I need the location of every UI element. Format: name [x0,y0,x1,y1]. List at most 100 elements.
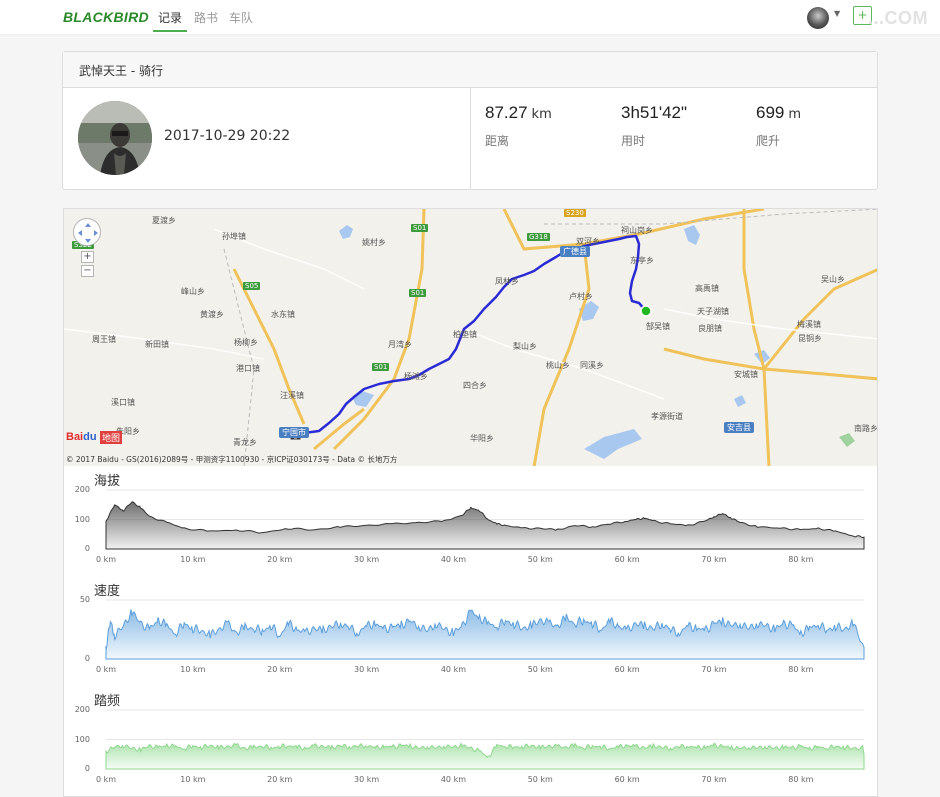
x-tick-label: 30 km [353,555,380,564]
map-place-label: 杨柳乡 [234,338,258,347]
nav-tab-teams[interactable]: 车队 [229,9,253,26]
map-road-shield: S01 [411,224,429,232]
map-place-label: 孝源街道 [651,412,683,421]
map-place-label: 吴山乡 [821,275,845,284]
route-start-marker[interactable] [640,305,652,317]
activity-date: 2017-10-29 20:22 [164,128,291,144]
charts-panel: 海拔 速度 踏频 200 100 0 0 km 10 km 20 km 30 km 40 km… [63,466,878,797]
map-pan-control[interactable] [73,218,101,246]
divider [470,88,471,190]
map-place-label: 天子湖镇 [697,307,729,316]
map-place-label: 卢村乡 [569,292,593,301]
x-tick-label: 70 km [701,665,727,674]
map-place-label: 同溪乡 [580,361,604,370]
activity-summary-panel: 武悼天王 - 骑行 2017-10-29 20:22 87.27 km 距离 3h… [62,51,878,190]
map-copyright: © 2017 Baidu - GS(2016)2089号 - 甲测资字11009… [66,455,398,464]
map-place-label: 周王镇 [92,335,116,344]
speed-area-series[interactable] [105,609,865,660]
x-tick-label: 20 km [267,775,293,784]
y-tick-label: 50 [79,595,90,604]
avatar-photo [78,101,152,175]
map-water [339,225,855,459]
stat-distance-value: 87.27 [485,103,528,122]
map-place-label: 四合乡 [463,381,487,390]
map-place-label: 祠山岗乡 [621,226,653,235]
zoom-out-button[interactable]: − [81,265,94,277]
map-highways [232,209,877,466]
map-place-label: 华阳乡 [470,434,494,443]
stat-duration-label: 用时 [621,134,646,148]
stat-duration-value: 3h51'42" [621,103,688,122]
x-tick-label: 50 km [527,665,553,674]
x-tick-label: 60 km [614,555,640,564]
nav-tab-routes[interactable]: 路书 [194,9,218,26]
map-city-label: 宁国市 [279,427,309,438]
map-place-label: 溪口镇 [111,398,135,407]
x-tick-label: 70 km [701,775,727,784]
y-tick-label: 0 [84,544,90,553]
x-tick-label: 20 km [267,665,293,674]
activity-title: 武悼天王 - 骑行 [63,52,877,88]
map-place-label: 凤林乡 [495,277,519,286]
route-map[interactable]: 夏渡乡 孙埠镇 姚村乡 双河乡 祠山岗乡 东亭乡 卢村乡 郜吴镇 高禹镇 天子湖镇 良朋镇 吴山乡 梅溪… [63,208,878,466]
chevron-down-icon[interactable]: ▼ [834,9,840,18]
map-road-shield: S05 [243,282,261,290]
x-tick-label: 60 km [614,665,640,674]
x-tick-label: 80 km [788,665,814,674]
map-place-label: 黄渡乡 [200,310,224,319]
watermark-text: ...COM [868,8,928,28]
zoom-in-button[interactable]: + [81,251,94,263]
x-tick-label: 70 km [701,555,727,564]
x-tick-label: 0 km [95,775,117,784]
nav-tab-records[interactable]: 记录 [158,9,182,26]
map-place-label: 梨山乡 [513,342,537,351]
map-place-label: 安城镇 [734,370,758,379]
baidu-logo-text: Bai [66,431,84,443]
map-place-label: 昆铜乡 [798,334,822,343]
map-place-label: 郜吴镇 [646,322,670,331]
cadence-area-series[interactable] [105,742,865,770]
baidu-map-badge: 地图 [100,431,123,444]
y-tick-label: 100 [74,514,90,524]
map-place-label: 汪溪镇 [280,391,304,400]
stat-climb: 699 m 爬升 [756,103,801,149]
map-place-label: 高禹镇 [695,284,719,293]
y-tick-label: 200 [74,485,90,494]
x-tick-label: 20 km [267,555,293,564]
rider-avatar [78,101,152,175]
map-place-label: 水东镇 [271,310,295,319]
x-tick-label: 10 km [180,555,206,564]
map-place-label: 杨滩乡 [404,372,428,381]
y-tick-label: 200 [74,705,90,714]
map-road-shield: G318 [527,233,550,241]
stat-climb-unit: m [788,107,802,122]
x-tick-label: 0 km [95,665,117,674]
baidu-logo-du: du [83,431,97,443]
pan-arrows-icon [78,223,98,243]
elevation-area-series[interactable] [105,501,865,550]
map-place-label: 桃山乡 [546,361,570,370]
map-place-label: 姚村乡 [362,238,386,247]
map-road-shield: S01 [372,363,390,371]
map-place-label: 良朋镇 [698,324,722,333]
x-tick-label: 40 km [440,775,466,784]
map-place-label: 南路乡 [854,424,878,433]
x-tick-label: 10 km [180,665,206,674]
x-tick-label: 80 km [788,775,814,784]
x-tick-label: 0 km [95,555,117,564]
profile-charts[interactable] [64,466,879,797]
map-city-label: 广德县 [560,246,590,257]
map-place-label: 孙埠镇 [222,232,246,241]
x-tick-label: 80 km [788,555,814,564]
brand-logo[interactable]: BLACKBIRD [63,9,149,25]
stat-duration: 3h51'42" 用时 [621,103,691,149]
stat-distance-label: 距离 [485,134,510,148]
x-tick-label: 50 km [527,775,553,784]
x-tick-label: 30 km [353,775,380,784]
y-tick-label: 0 [84,654,90,663]
user-avatar[interactable] [807,7,829,29]
baidu-logo: Baidu [66,431,97,443]
stat-distance: 87.27 km 距离 [485,103,552,149]
x-tick-label: 40 km [440,555,466,564]
x-tick-label: 60 km [614,775,640,784]
